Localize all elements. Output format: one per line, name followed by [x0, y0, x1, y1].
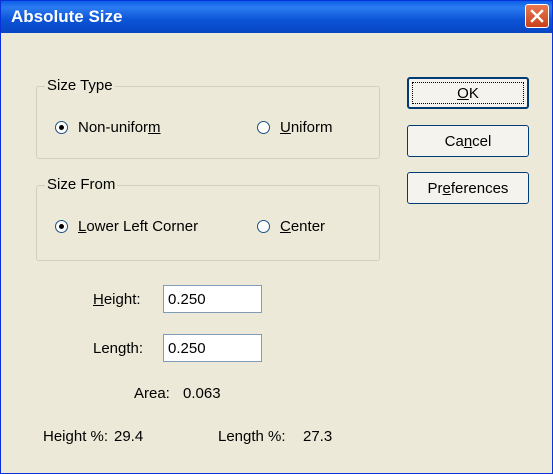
size-from-legend: Size From — [45, 176, 118, 193]
radio-lower-left-corner-label: Lower Left Corner — [78, 218, 199, 235]
preferences-button-label: Preferences — [427, 179, 509, 197]
radio-uniform-label: Uniform — [280, 119, 333, 136]
size-type-group: Size Type Non-uniform Uniform — [36, 77, 380, 159]
title-bar[interactable]: Absolute Size — [1, 1, 552, 33]
length-label: Length: — [93, 340, 144, 357]
radio-center-indicator[interactable] — [257, 220, 270, 233]
window-title: Absolute Size — [11, 7, 123, 26]
ok-button[interactable]: OK — [407, 77, 529, 109]
preferences-button[interactable]: Preferences — [407, 172, 529, 204]
length-input[interactable] — [163, 334, 262, 362]
radio-center-label: Center — [280, 218, 326, 235]
radio-non-uniform[interactable]: Non-uniform — [55, 119, 161, 136]
height-percent-label: Height %: — [43, 428, 109, 445]
close-button[interactable] — [525, 4, 549, 28]
height-input[interactable] — [163, 285, 262, 313]
size-type-legend: Size Type — [45, 77, 115, 94]
radio-center[interactable]: Center — [257, 218, 325, 235]
radio-uniform[interactable]: Uniform — [257, 119, 333, 136]
area-value: 0.063 — [183, 385, 221, 402]
length-percent-label: Length %: — [218, 428, 286, 445]
height-percent-value: 29.4 — [114, 428, 144, 445]
radio-uniform-indicator[interactable] — [257, 121, 270, 134]
radio-non-uniform-label: Non-uniform — [78, 119, 161, 136]
cancel-button[interactable]: Cancel — [407, 125, 529, 157]
area-label: Area: — [134, 385, 170, 402]
close-icon — [530, 9, 544, 23]
absolute-size-dialog: Absolute Size Size Type Non-uniform Unif… — [0, 0, 553, 474]
cancel-button-label: Cancel — [444, 132, 492, 150]
height-label: Height: — [93, 291, 141, 308]
length-percent-value: 27.3 — [303, 428, 333, 445]
size-from-group: Size From Lower Left Corner Center — [36, 176, 380, 261]
radio-lower-left-corner-indicator[interactable] — [55, 220, 68, 233]
radio-non-uniform-indicator[interactable] — [55, 121, 68, 134]
radio-lower-left-corner[interactable]: Lower Left Corner — [55, 218, 198, 235]
focus-rectangle — [412, 82, 524, 104]
